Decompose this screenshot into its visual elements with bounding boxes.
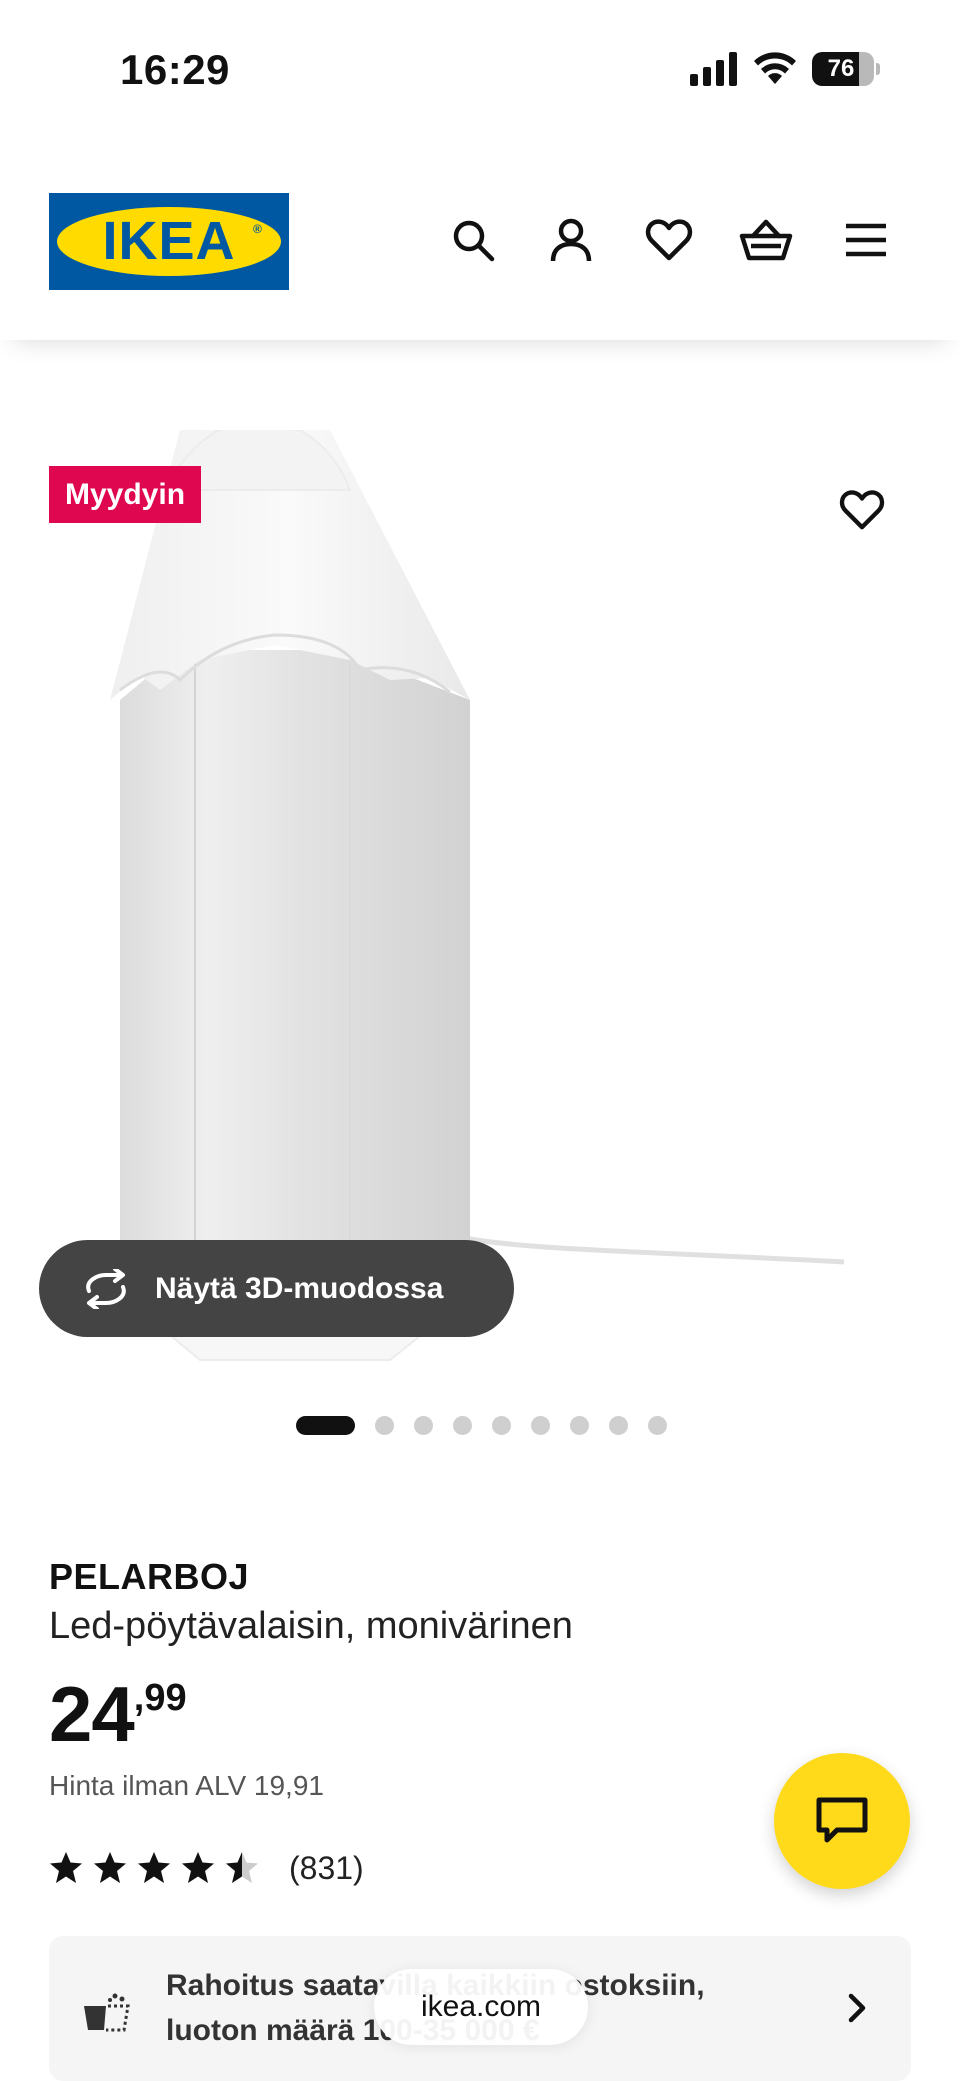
carousel-dot-active[interactable] xyxy=(296,1416,355,1435)
product-name[interactable]: PELARBOJ xyxy=(49,1556,249,1598)
wifi-icon xyxy=(754,52,796,84)
account-button[interactable] xyxy=(541,210,601,270)
product-rating[interactable]: (831) xyxy=(49,1846,364,1890)
star-full-icon xyxy=(138,1852,170,1883)
favourites-button[interactable] xyxy=(639,210,699,270)
carousel-dot[interactable] xyxy=(453,1416,472,1435)
view-3d-label: Näytä 3D-muodossa xyxy=(155,1271,444,1305)
logo-registered-mark: ® xyxy=(253,222,262,236)
price-integer: 24 xyxy=(49,1670,135,1758)
carousel-dot[interactable] xyxy=(570,1416,589,1435)
hamburger-menu-icon xyxy=(846,223,886,257)
status-time: 16:29 xyxy=(120,46,230,93)
carousel-dot[interactable] xyxy=(648,1416,667,1435)
star-full-icon xyxy=(50,1852,82,1883)
logo-wordmark: IKEA xyxy=(102,211,236,271)
carousel-dot[interactable] xyxy=(609,1416,628,1435)
browser-url-bar[interactable]: ikea.com xyxy=(374,1969,588,2045)
account-icon xyxy=(550,218,592,262)
star-full-icon xyxy=(182,1852,214,1883)
chat-button[interactable] xyxy=(774,1753,910,1889)
battery-icon: 76 xyxy=(812,52,880,86)
add-to-favourites-button[interactable] xyxy=(832,480,892,540)
bestseller-badge: Myydyin xyxy=(49,466,202,523)
search-icon xyxy=(453,220,495,262)
chevron-right-icon xyxy=(848,1993,866,2023)
menu-button[interactable] xyxy=(836,210,896,270)
rating-count[interactable]: (831) xyxy=(289,1850,364,1887)
heart-icon xyxy=(839,490,885,530)
rotate-3d-icon xyxy=(86,1268,126,1309)
search-button[interactable] xyxy=(443,210,503,270)
price-decimal: ,99 xyxy=(133,1677,187,1719)
chat-bubble-icon xyxy=(816,1797,868,1843)
ikea-logo[interactable]: IKEA ® xyxy=(49,193,289,290)
carousel-dot[interactable] xyxy=(414,1416,433,1435)
view-3d-button[interactable]: Näytä 3D-muodossa xyxy=(39,1240,514,1337)
battery-level: 76 xyxy=(827,55,855,82)
site-header: IKEA ® xyxy=(0,140,960,340)
basket-icon xyxy=(739,219,793,261)
cart-button[interactable] xyxy=(736,210,796,270)
heart-icon xyxy=(645,219,693,261)
carousel-dot[interactable] xyxy=(492,1416,511,1435)
financing-basket-icon xyxy=(84,1993,130,2032)
price-excluding-vat: Hinta ilman ALV 19,91 xyxy=(49,1770,324,1801)
star-half-icon xyxy=(226,1852,258,1883)
product-gallery[interactable]: Myydyin Näytä 3D-muodossa xyxy=(0,340,960,1460)
rating-stars xyxy=(49,1851,269,1885)
product-description: Led-pöytävalaisin, monivärinen xyxy=(49,1605,573,1647)
carousel-indicators[interactable] xyxy=(296,1416,687,1436)
product-page: 16:29 76 IKEA ® Myydyin Näytä 3D-muodoss… xyxy=(0,0,960,2081)
product-price: 24 ,99 xyxy=(49,1672,187,1756)
status-bar: 16:29 76 xyxy=(0,0,960,140)
carousel-dot[interactable] xyxy=(375,1416,394,1435)
star-full-icon xyxy=(94,1852,126,1883)
carousel-dot[interactable] xyxy=(531,1416,550,1435)
cellular-signal-icon xyxy=(690,52,737,86)
